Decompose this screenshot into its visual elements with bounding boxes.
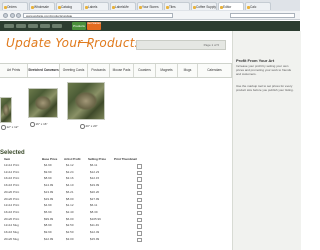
- browser-tab-active[interactable]: Editor: [218, 2, 244, 10]
- canvas-thumbnail-16[interactable]: [28, 88, 58, 118]
- tab-magnets[interactable]: Magnets: [156, 64, 178, 77]
- size-option-16[interactable]: 16" x 16": [30, 122, 47, 127]
- table-cell: 20x20 Mug: [4, 236, 19, 241]
- browser-tab[interactable]: LabelsMe: [110, 2, 136, 10]
- tab-favicon-icon: [112, 5, 115, 9]
- nav-item-products[interactable]: Products: [72, 22, 86, 30]
- tab-coasters[interactable]: Coasters: [134, 64, 156, 77]
- tab-greeting-cards[interactable]: Greeting Cards: [60, 64, 88, 77]
- tab-favicon-icon: [58, 5, 61, 9]
- size-label: 20" x 20": [85, 124, 98, 129]
- tab-label: Labels: [88, 5, 98, 9]
- tab-label: Coffee Supply: [196, 5, 216, 9]
- tab-favicon-icon: [85, 5, 88, 9]
- back-icon[interactable]: [3, 12, 8, 18]
- nav-item[interactable]: [52, 24, 62, 28]
- browser-search-field[interactable]: [230, 12, 295, 18]
- nav-item[interactable]: [4, 24, 14, 28]
- url-field[interactable]: www.website.com/products/update: [23, 12, 173, 18]
- tab-postcards[interactable]: Postcards: [88, 64, 110, 77]
- nav-item[interactable]: [16, 24, 26, 28]
- tab-label: Calc: [250, 5, 257, 9]
- tab-favicon-icon: [220, 5, 223, 9]
- col-header: Artist Profit: [64, 157, 81, 161]
- tab-art-prints[interactable]: Art Prints: [0, 64, 28, 77]
- col-header: Selling Price: [88, 157, 107, 161]
- size-label: 12" x 12": [6, 125, 19, 130]
- panel-title: Profit From Your Art: [236, 58, 275, 63]
- table-cell: $12.99: [44, 236, 54, 241]
- tab-favicon-icon: [31, 5, 34, 9]
- tab-label: Catalog: [61, 5, 72, 9]
- tab-label: Tiles: [169, 5, 176, 9]
- get-started-button[interactable]: Get Started: [87, 22, 101, 30]
- browser-tab[interactable]: Wholesale: [29, 2, 55, 10]
- browser-tab[interactable]: Your Stores: [137, 2, 163, 10]
- tab-favicon-icon: [247, 5, 250, 9]
- browser-tab[interactable]: Orders: [2, 2, 28, 10]
- tab-favicon-icon: [4, 5, 7, 9]
- selected-heading: Selected: [0, 150, 25, 156]
- browser-tab[interactable]: Labels: [83, 2, 109, 10]
- browser-tab[interactable]: Catalog: [56, 2, 82, 10]
- nav-item[interactable]: [28, 24, 38, 28]
- col-header: Print Thumbnail: [114, 157, 137, 161]
- panel-paragraph: Increase your profit by setting your own…: [236, 64, 292, 76]
- tab-label: Orders: [7, 5, 17, 9]
- app-navbar: Products Get Started: [0, 21, 300, 31]
- size-option-20[interactable]: 20" x 20": [80, 124, 97, 129]
- radio-icon[interactable]: [30, 122, 35, 127]
- tab-mouse-pads[interactable]: Mouse Pads: [110, 64, 134, 77]
- thumbnail-checkbox[interactable]: [137, 237, 142, 243]
- annotation-arrow-icon: [78, 42, 93, 49]
- address-bar: www.website.com/products/update: [0, 11, 300, 20]
- nav-item[interactable]: [40, 24, 50, 28]
- reload-icon[interactable]: [16, 12, 21, 18]
- tab-favicon-icon: [139, 5, 142, 9]
- tab-calendars[interactable]: Calendars: [198, 64, 232, 77]
- col-header: Item: [4, 157, 11, 161]
- canvas-thumbnail-20[interactable]: [67, 82, 105, 120]
- size-label: 16" x 16": [35, 122, 48, 127]
- category-tabs: Art Prints Stretched Canvases Greeting C…: [0, 63, 232, 78]
- table-row: 20x20 Mug $12.99 $3.00 $15.99: [4, 236, 154, 243]
- browser-tab[interactable]: Tiles: [164, 2, 190, 10]
- browser-tab[interactable]: Coffee Supply: [191, 2, 217, 10]
- browser-tab[interactable]: Calc: [245, 2, 271, 10]
- tab-mugs[interactable]: Mugs: [178, 64, 198, 77]
- tab-label: Your Stores: [142, 5, 159, 9]
- radio-icon[interactable]: [1, 125, 6, 130]
- size-option-12[interactable]: 12" x 12": [1, 125, 18, 130]
- tab-favicon-icon: [166, 5, 169, 9]
- pager-text: Page 1 of 5: [203, 43, 219, 47]
- page-title: Update Your Products: [6, 36, 142, 50]
- radio-icon[interactable]: [80, 124, 85, 129]
- canvas-thumbnail-12[interactable]: [0, 97, 12, 123]
- tab-label: Editor: [223, 5, 232, 9]
- tab-label: LabelsMe: [115, 5, 129, 9]
- table-cell: $3.00: [66, 236, 74, 241]
- tab-stretched-canvases[interactable]: Stretched Canvases: [28, 64, 60, 77]
- forward-icon[interactable]: [10, 12, 15, 18]
- panel-paragraph: Use the markup tool to set prices for ev…: [236, 84, 294, 92]
- table-cell: $15.99: [90, 236, 100, 241]
- col-header: Base Price: [42, 157, 58, 161]
- pager-bar: Page 1 of 5: [136, 40, 226, 50]
- tab-favicon-icon: [193, 5, 196, 9]
- tab-label: Wholesale: [34, 5, 49, 9]
